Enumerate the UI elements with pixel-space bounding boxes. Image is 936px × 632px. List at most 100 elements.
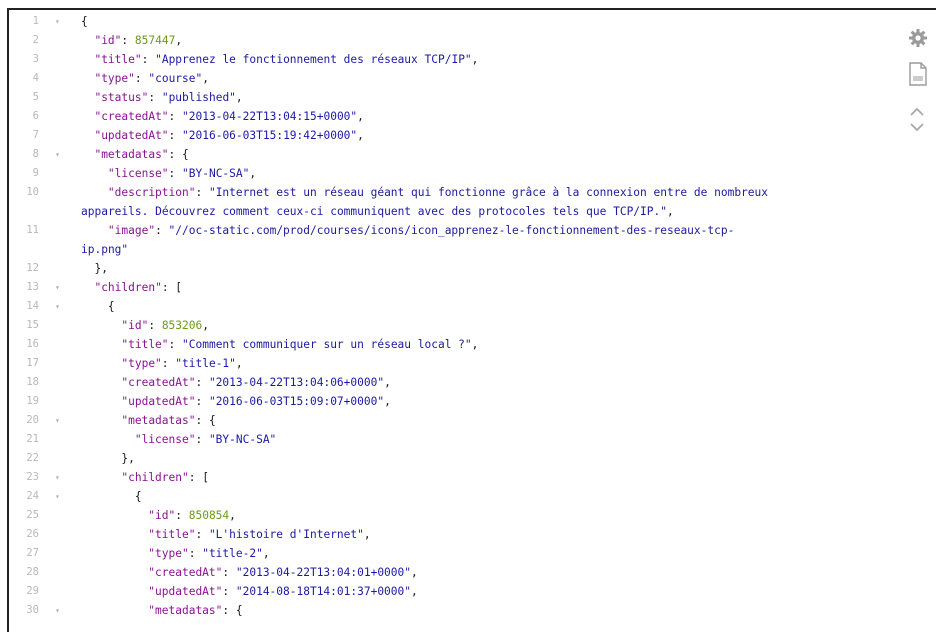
json-punctuation: : — [168, 167, 183, 180]
code-line: 24 ▾ { — [9, 487, 896, 506]
fold-toggle-icon[interactable]: ▾ — [55, 411, 60, 430]
json-punctuation: : — [168, 338, 183, 351]
code-text: "metadatas": { — [94, 145, 188, 164]
json-key: "title" — [148, 528, 196, 541]
code-text: "metadatas": { — [121, 411, 215, 430]
json-punctuation: , — [411, 566, 418, 579]
json-punctuation: : — [222, 585, 236, 598]
line-number: 26 — [26, 528, 39, 540]
code-line: 1 ▾ { — [9, 12, 896, 31]
json-punctuation: , — [411, 585, 418, 598]
line-number: 17 — [26, 357, 39, 369]
line-number: 14 — [26, 300, 39, 312]
code-text: "license": "BY-NC-SA", — [108, 164, 256, 183]
line-number: 3 — [32, 53, 39, 65]
json-key: "title" — [121, 338, 169, 351]
line-number: 21 — [26, 433, 39, 445]
code-line: 19 "updatedAt": "2016-06-03T15:09:07+0000… — [9, 392, 896, 411]
json-key: "license" — [134, 433, 196, 446]
json-punctuation: : [ — [161, 281, 183, 294]
json-string: "L'histoire d'Internet" — [208, 528, 364, 541]
json-key: "type" — [121, 357, 162, 370]
code-text: "type": "title-2", — [148, 544, 269, 563]
line-number: 5 — [32, 91, 39, 103]
fold-toggle-icon[interactable]: ▾ — [55, 12, 60, 31]
json-punctuation: : — [168, 110, 183, 123]
json-punctuation: , — [384, 395, 391, 408]
json-punctuation: : — [222, 566, 236, 579]
json-punctuation: : — [161, 357, 176, 370]
code-text: "type": "course", — [94, 69, 209, 88]
json-key: "children" — [94, 281, 162, 294]
json-punctuation: , — [175, 34, 183, 47]
json-string: "title-2" — [202, 547, 263, 560]
code-line: 8 ▾ "metadatas": { — [9, 145, 896, 164]
code-text: "metadatas": { — [148, 601, 242, 620]
fold-toggle-icon[interactable]: ▾ — [55, 297, 60, 316]
json-punctuation: , — [357, 110, 364, 123]
code-line: 4 "type": "course", — [9, 69, 896, 88]
json-punctuation: , — [229, 509, 236, 522]
line-number: 8 — [32, 148, 39, 160]
line-number: 1 — [32, 15, 39, 27]
fold-toggle-icon[interactable]: ▾ — [55, 145, 60, 164]
raw-file-icon[interactable] — [908, 62, 928, 90]
line-number: 27 — [26, 547, 39, 559]
json-string: ip.png" — [81, 243, 129, 256]
json-key: "createdAt" — [94, 110, 169, 123]
json-punctuation: , — [262, 547, 270, 560]
code-line: 14 ▾ { — [9, 297, 896, 316]
json-punctuation: : — [141, 53, 156, 66]
json-number: 853206 — [161, 319, 203, 332]
fold-toggle-icon[interactable]: ▾ — [55, 468, 60, 487]
code-text: { — [81, 12, 88, 31]
line-number: 30 — [26, 604, 39, 616]
line-number: 7 — [32, 129, 39, 141]
json-punctuation: : — [148, 319, 162, 332]
code-line: 28 "createdAt": "2013-04-22T13:04:01+0000… — [9, 563, 896, 582]
code-text: "updatedAt": "2016-06-03T15:09:07+0000", — [121, 392, 390, 411]
code-line: 21 "license": "BY-NC-SA" — [9, 430, 896, 449]
gear-icon[interactable] — [908, 28, 928, 52]
json-key: "status" — [94, 91, 149, 104]
line-number: 10 — [26, 186, 39, 198]
json-key: "title" — [94, 53, 142, 66]
fold-toggle-icon[interactable]: ▾ — [55, 487, 60, 506]
line-number: 20 — [26, 414, 39, 426]
json-string: "2016-06-03T15:19:42+0000" — [182, 129, 358, 142]
line-number: 13 — [26, 281, 39, 293]
code-text: "type": "title-1", — [121, 354, 242, 373]
code-editor[interactable]: 1 ▾ {2 "id": 857447, 3 "title": "Apprenez le … — [9, 10, 936, 632]
json-viewer: 1 ▾ {2 "id": 857447, 3 "title": "Apprenez le … — [7, 8, 936, 632]
code-text: "createdAt": "2013-04-22T13:04:01+0000", — [148, 563, 417, 582]
json-punctuation: : — [148, 91, 162, 104]
code-text: appareils. Découvrez comment ceux-ci com… — [81, 202, 674, 221]
json-punctuation: : — [168, 129, 183, 142]
json-string: "Comment communiquer sur un réseau local… — [182, 338, 472, 351]
code-line-continuation: ip.png" — [9, 240, 896, 259]
json-number: 850854 — [188, 509, 230, 522]
code-text: ip.png" — [81, 240, 128, 259]
json-punctuation: : { — [168, 148, 189, 161]
json-key: "description" — [107, 186, 196, 199]
json-key: "image" — [107, 224, 156, 237]
json-punctuation: , — [202, 319, 209, 332]
fold-toggle-icon[interactable]: ▾ — [55, 278, 60, 297]
json-key: "type" — [148, 547, 189, 560]
json-punctuation: : — [195, 433, 209, 446]
code-line: 15 "id": 853206, — [9, 316, 896, 335]
json-key: "id" — [94, 34, 122, 47]
json-string: appareils. Découvrez comment ceux-ci com… — [81, 205, 667, 218]
fold-toggle-icon[interactable]: ▾ — [55, 601, 60, 620]
line-number: 19 — [26, 395, 39, 407]
json-key: "updatedAt" — [94, 129, 169, 142]
json-key: "createdAt" — [121, 376, 196, 389]
json-punctuation: : — [195, 528, 209, 541]
code-text: }, — [94, 259, 107, 278]
code-line: 10 "description": "Internet est un réseau… — [9, 183, 896, 202]
line-number: 24 — [26, 490, 39, 502]
chevron-down-icon[interactable] — [908, 117, 926, 136]
line-number: 22 — [26, 452, 39, 464]
json-string: "2014-08-18T14:01:37+0000" — [235, 585, 411, 598]
json-string: "course" — [148, 72, 203, 85]
